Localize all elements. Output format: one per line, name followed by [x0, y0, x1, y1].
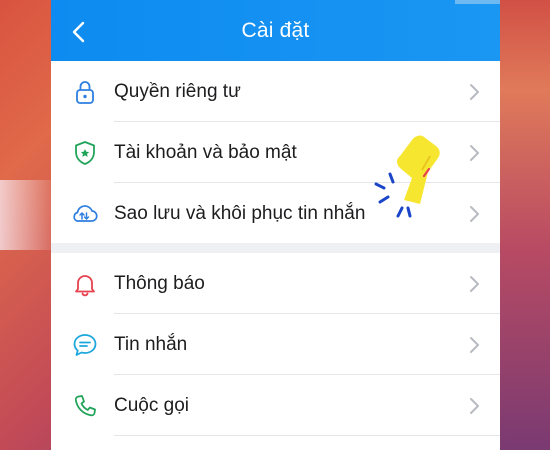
status-bar-fragment — [455, 0, 500, 4]
chevron-right-icon — [470, 337, 479, 353]
settings-group-notifications: Thông báo Tin nhắn Cuộc gọi — [51, 253, 500, 450]
settings-item-notifications[interactable]: Thông báo — [51, 253, 500, 314]
wallpaper-edge — [500, 0, 550, 450]
row-divider — [114, 435, 500, 436]
chevron-right-icon — [470, 206, 479, 222]
settings-item-label: Tài khoản và bảo mật — [114, 142, 297, 163]
chevron-right-icon — [470, 276, 479, 292]
chevron-right-icon — [470, 84, 479, 100]
phone-icon — [74, 395, 96, 417]
page-title: Cài đặt — [241, 19, 310, 42]
bell-icon — [75, 275, 95, 297]
settings-item-messages[interactable]: Tin nhắn — [51, 314, 500, 375]
settings-screen: Cài đặt Quyền riêng tư Tài khoản và bảo … — [51, 0, 500, 450]
settings-item-label: Quyền riêng tư — [114, 81, 241, 102]
chevron-right-icon — [470, 145, 479, 161]
cloud-sync-icon — [73, 205, 98, 222]
settings-item-label: Thông báo — [114, 273, 205, 294]
tap-pointer-hand-icon — [374, 135, 440, 218]
settings-item-privacy[interactable]: Quyền riêng tư — [51, 61, 500, 122]
settings-item-label: Cuộc gọi — [114, 395, 189, 416]
settings-item-label: Sao lưu và khôi phục tin nhắn — [114, 203, 366, 224]
shield-star-icon — [75, 141, 95, 165]
lock-icon — [76, 81, 94, 104]
settings-item-calls[interactable]: Cuộc gọi — [51, 375, 500, 436]
header-bar: Cài đặt — [51, 0, 500, 61]
chat-bubble-icon — [73, 334, 97, 356]
settings-item-label: Tin nhắn — [114, 334, 188, 355]
chevron-right-icon — [470, 398, 479, 414]
